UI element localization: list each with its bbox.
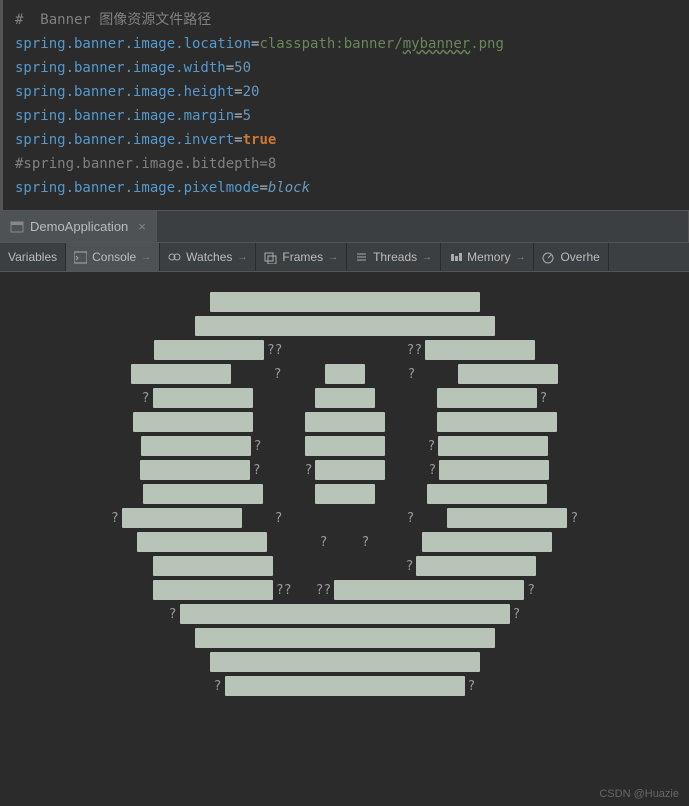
overhead-icon: [542, 251, 555, 264]
tab-console[interactable]: Console →: [66, 243, 160, 271]
code-line-property: spring.banner.image.pixelmode=block: [15, 176, 677, 200]
tab-variables[interactable]: Variables: [0, 243, 66, 271]
code-line-property: spring.banner.image.invert=true: [15, 128, 677, 152]
pin-icon[interactable]: →: [515, 252, 525, 263]
tab-memory[interactable]: Memory →: [441, 243, 534, 271]
frames-icon: [264, 251, 277, 264]
application-icon: [10, 220, 24, 234]
pin-icon[interactable]: →: [328, 252, 338, 263]
threads-icon: [355, 251, 368, 264]
code-line-property: spring.banner.image.margin=5: [15, 104, 677, 128]
run-config-tab[interactable]: DemoApplication ×: [0, 211, 156, 242]
tab-label: DemoApplication: [30, 219, 128, 234]
pin-icon[interactable]: →: [141, 252, 151, 263]
pin-icon[interactable]: →: [237, 252, 247, 263]
console-icon: [74, 251, 87, 264]
tab-threads[interactable]: Threads →: [347, 243, 441, 271]
pin-icon[interactable]: →: [422, 252, 432, 263]
tab-watches[interactable]: Watches →: [160, 243, 256, 271]
memory-icon: [449, 251, 462, 264]
run-config-tab-bar: DemoApplication ×: [0, 210, 689, 242]
code-line-property: spring.banner.image.width=50: [15, 56, 677, 80]
code-line-commented: #spring.banner.image.bitdepth=8: [15, 152, 677, 176]
tab-overhead[interactable]: Overhe: [534, 243, 608, 271]
debug-tool-tabs: Variables Console → Watches → Frames → T…: [0, 242, 689, 272]
code-line-property: spring.banner.image.location=classpath:b…: [15, 32, 677, 56]
code-line-comment: # Banner 图像资源文件路径: [15, 8, 677, 32]
watermark-text: CSDN @Huazie: [599, 788, 679, 800]
code-line-property: spring.banner.image.height=20: [15, 80, 677, 104]
tab-frames[interactable]: Frames →: [256, 243, 347, 271]
ascii-banner-art: ?????????????????????????????: [0, 290, 689, 698]
console-output[interactable]: ????????????????????????????? CSDN @Huaz…: [0, 272, 689, 806]
watches-icon: [168, 251, 181, 264]
close-icon[interactable]: ×: [138, 219, 146, 234]
code-editor[interactable]: # Banner 图像资源文件路径 spring.banner.image.lo…: [0, 0, 689, 210]
